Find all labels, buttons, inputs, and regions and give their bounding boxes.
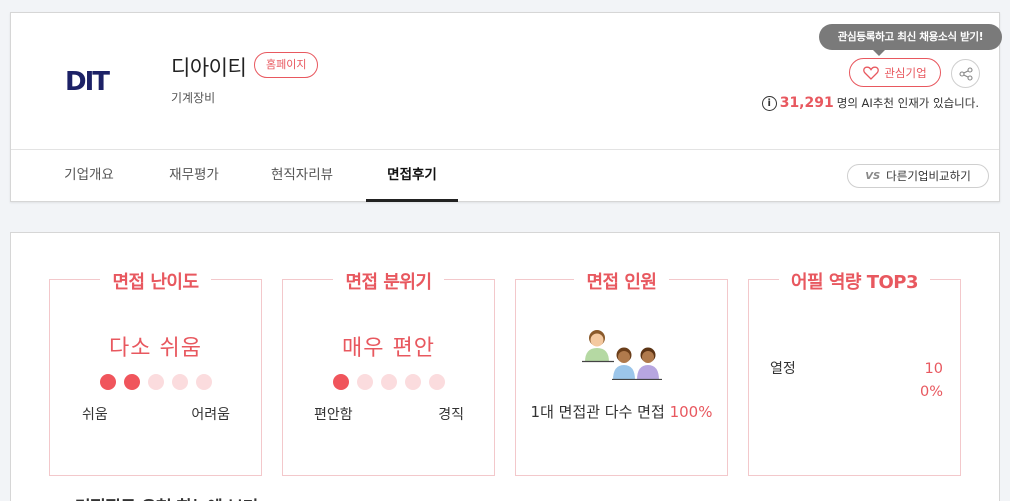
info-icon[interactable]: i <box>761 95 777 111</box>
atmosphere-title: 면접 분위기 <box>333 272 444 293</box>
interviewers-box: 면접 인원 1대 면접관 다수 면접 100% <box>515 272 728 476</box>
competency-value-line2: 0% <box>919 384 943 400</box>
difficulty-scale-max: 어려움 <box>191 407 230 423</box>
compare-companies-button[interactable]: VS 다른기업비교하기 <box>847 164 989 188</box>
difficulty-rating <box>50 374 261 390</box>
difficulty-scale-min: 쉬움 <box>82 407 108 423</box>
follow-tooltip: 관심등록하고 최신 채용소식 받기! <box>819 24 1002 56</box>
tab-interview-review[interactable]: 면접후기 <box>366 150 458 202</box>
share-button[interactable] <box>951 59 980 88</box>
difficulty-value: 다소 쉬움 <box>109 336 202 361</box>
question-types-heading: 면접질문 유형 한눈에 보기 <box>75 493 258 501</box>
company-header-card: DIT 디아이티 홈페이지 기계장비 관심등록하고 최신 채용소식 받기! 관심… <box>10 12 1002 202</box>
competency-item-value: 10 0% <box>909 358 943 404</box>
follow-button-label: 관심기업 <box>884 65 927 80</box>
rating-dot <box>404 374 421 390</box>
tab-overview[interactable]: 기업개요 <box>61 150 117 202</box>
rating-dot <box>99 374 116 390</box>
company-logo: DIT <box>65 67 112 95</box>
interviewers-title: 면접 인원 <box>574 272 669 293</box>
atmosphere-value: 매우 편안 <box>342 336 435 361</box>
company-tabs: 기업개요 재무평가 현직자리뷰 면접후기 VS 다른기업비교하기 <box>11 149 999 202</box>
follow-button[interactable]: 관심기업 <box>849 58 941 87</box>
difficulty-box: 면접 난이도 다소 쉬움 쉬움 어려움 <box>49 272 262 476</box>
interviewers-illustration <box>582 330 662 380</box>
atmosphere-scale-min: 편안함 <box>314 407 353 423</box>
rating-dot <box>171 374 188 390</box>
interviewers-percent: 100% <box>669 403 713 421</box>
interview-review-card: 면접 난이도 다소 쉬움 쉬움 어려움 면접 분위기 매우 편안 편안함 경직 … <box>10 232 1000 501</box>
rating-dot <box>356 374 373 390</box>
interviewers-value: 1대 면접관 다수 면접 <box>530 403 665 421</box>
vs-icon: VS <box>865 170 881 182</box>
tab-employee-review[interactable]: 현직자리뷰 <box>267 150 337 202</box>
compare-label: 다른기업비교하기 <box>886 169 971 183</box>
tab-finance[interactable]: 재무평가 <box>166 150 222 202</box>
homepage-button[interactable]: 홈페이지 <box>254 52 319 78</box>
rating-dot <box>195 374 212 390</box>
recommend-text: 명의 AI추천 인재가 있습니다. <box>836 96 979 110</box>
competency-item-label: 열정 <box>770 361 796 377</box>
competency-value-line1: 10 <box>924 361 943 377</box>
rating-dot <box>380 374 397 390</box>
atmosphere-rating <box>283 374 494 390</box>
difficulty-title: 면접 난이도 <box>100 272 211 293</box>
heart-icon <box>863 66 880 80</box>
competency-title: 어필 역량 TOP3 <box>778 272 931 293</box>
rating-dot <box>123 374 140 390</box>
company-name: 디아이티 <box>171 56 247 80</box>
logo-text: DIT <box>65 67 110 95</box>
atmosphere-box: 면접 분위기 매우 편안 편안함 경직 <box>282 272 495 476</box>
industry-label: 기계장비 <box>171 91 216 105</box>
rating-dot <box>147 374 164 390</box>
competency-box: 어필 역량 TOP3 열정 10 0% <box>748 272 961 476</box>
rating-dot <box>332 374 349 390</box>
interviewers-summary: 1대 면접관 다수 면접 100% <box>516 401 727 422</box>
recommend-count: 31,291 <box>779 95 834 111</box>
share-icon <box>958 66 973 81</box>
atmosphere-scale-max: 경직 <box>438 407 464 423</box>
rating-dot <box>428 374 445 390</box>
ai-recommend-info: i 31,291 명의 AI추천 인재가 있습니다. <box>761 95 979 111</box>
